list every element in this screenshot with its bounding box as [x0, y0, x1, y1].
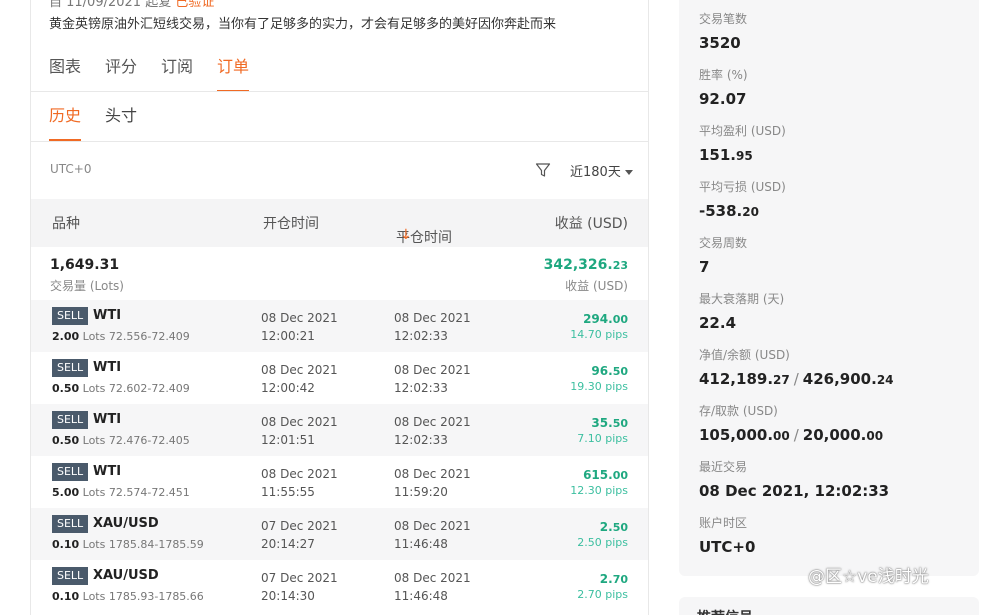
recommend-card: 推荐信号 — [679, 597, 979, 615]
side-badge: SELL — [52, 567, 89, 585]
open-time: 08 Dec 2021 12:01:51 — [261, 415, 338, 447]
stat-equity-balance: 净值/余额 (USD) 412,189.27/426,900.24 — [699, 348, 894, 388]
symbol: WTI — [93, 360, 122, 375]
filter-icon[interactable] — [535, 162, 551, 178]
side-badge: SELL — [52, 515, 89, 533]
side-badge: SELL — [52, 411, 89, 429]
table-row[interactable]: SELL XAU/USD 0.10 Lots 1785.93-1785.66 0… — [31, 560, 648, 612]
open-time: 08 Dec 2021 12:00:42 — [261, 363, 338, 395]
total-profit-label: 收益 (USD) — [565, 279, 628, 293]
close-time: 08 Dec 2021 12:02:33 — [394, 363, 471, 395]
stat-last-trade: 最近交易 08 Dec 2021, 12:02:33 — [699, 460, 890, 500]
pips: 12.30 pips — [570, 484, 628, 497]
table-header: 品种 开仓时间 平仓时间 ↓ 收益 (USD) — [31, 199, 648, 247]
pips: 19.30 pips — [570, 380, 628, 393]
symbol: WTI — [93, 308, 122, 323]
stat-avg-loss: 平均亏损 (USD) -538.20 — [699, 180, 786, 220]
stat-avg-profit: 平均盈利 (USD) 151.95 — [699, 124, 786, 164]
close-time: 08 Dec 2021 12:02:33 — [394, 311, 471, 343]
stat-trades: 交易笔数 3520 — [699, 12, 748, 52]
symbol: XAU/USD — [93, 516, 159, 531]
total-lots: 1,649.31 — [50, 257, 120, 273]
tab-rating[interactable]: 评分 — [105, 55, 137, 91]
recommend-title: 推荐信号 — [697, 607, 753, 615]
tab-positions[interactable]: 头寸 — [105, 104, 137, 141]
signal-start-text: 自 11/09/2021 起复 — [49, 0, 172, 10]
total-profit: 342,326.23 — [543, 257, 628, 273]
profit: 2.70 — [599, 572, 628, 586]
verified-link[interactable]: 已验证 — [175, 0, 214, 10]
close-time: 08 Dec 2021 12:02:33 — [394, 415, 471, 447]
tab-subscribe[interactable]: 订阅 — [161, 55, 193, 91]
lots-info: 0.50 Lots 72.602-72.409 — [52, 382, 190, 395]
period-value: 近180天 — [570, 165, 621, 180]
pips: 14.70 pips — [570, 328, 628, 341]
stat-weeks: 交易周数 7 — [699, 236, 748, 276]
pips: 2.70 pips — [577, 588, 628, 601]
col-open-time: 开仓时间 — [263, 216, 319, 232]
symbol: WTI — [93, 464, 122, 479]
side-badge: SELL — [52, 359, 89, 377]
watermark: @区☆ve浅时光 — [808, 567, 929, 587]
open-time: 08 Dec 2021 11:55:55 — [261, 467, 338, 499]
table-row[interactable]: SELL XAU/USD 0.10 Lots 1785.84-1785.59 0… — [31, 508, 648, 560]
close-time: 08 Dec 2021 11:46:48 — [394, 519, 471, 551]
close-time: 08 Dec 2021 11:46:48 — [394, 571, 471, 603]
side-badge: SELL — [52, 463, 89, 481]
main-tabs: 图表 评分 订阅 订单 — [49, 55, 273, 92]
divider — [31, 91, 648, 92]
signal-description: 黄金英镑原油外汇短线交易，当你有了足够多的实力，才会有足够多的美好因你奔赴而来 — [49, 17, 557, 32]
profit: 96.50 — [591, 364, 628, 378]
summary-row: 1,649.31 交易量 (Lots) 342,326.23 收益 (USD) — [31, 248, 648, 300]
profit: 35.50 — [591, 416, 628, 430]
stat-winrate: 胜率 (%) 92.07 — [699, 68, 748, 108]
stat-timezone: 账户时区 UTC+0 — [699, 516, 756, 556]
total-lots-label: 交易量 (Lots) — [50, 279, 124, 293]
stat-drawdown: 最大衰落期 (天) 22.4 — [699, 292, 785, 332]
tab-orders[interactable]: 订单 — [217, 55, 250, 92]
lots-info: 2.00 Lots 72.556-72.409 — [52, 330, 190, 343]
open-time: 07 Dec 2021 20:14:27 — [261, 519, 338, 551]
side-badge: SELL — [52, 307, 89, 325]
tab-history[interactable]: 历史 — [49, 104, 82, 141]
profit: 615.00 — [583, 468, 628, 482]
table-row[interactable]: SELL WTI 0.50 Lots 72.602-72.409 08 Dec … — [31, 352, 648, 404]
caret-down-icon — [624, 170, 633, 175]
sort-down-icon[interactable]: ↓ — [400, 227, 412, 243]
open-time: 07 Dec 2021 20:14:30 — [261, 571, 338, 603]
tab-chart[interactable]: 图表 — [49, 55, 81, 91]
lots-info: 0.50 Lots 72.476-72.405 — [52, 434, 190, 447]
profit: 2.50 — [599, 520, 628, 534]
profit: 294.00 — [583, 312, 628, 326]
period-select[interactable]: 近180天 — [570, 161, 633, 180]
symbol: XAU/USD — [93, 568, 159, 583]
lots-info: 5.00 Lots 72.574-72.451 — [52, 486, 190, 499]
lots-info: 0.10 Lots 1785.93-1785.66 — [52, 590, 204, 603]
open-time: 08 Dec 2021 12:00:21 — [261, 311, 338, 343]
col-profit: 收益 (USD) — [554, 216, 628, 232]
symbol: WTI — [93, 412, 122, 427]
signal-meta: 自 11/09/2021 起复 已验证 — [49, 0, 214, 10]
table-row[interactable]: SELL WTI 5.00 Lots 72.574-72.451 08 Dec … — [31, 456, 648, 508]
table-row[interactable]: SELL WTI 2.00 Lots 72.556-72.409 08 Dec … — [31, 300, 648, 352]
divider — [31, 141, 648, 142]
close-time: 08 Dec 2021 11:59:20 — [394, 467, 471, 499]
pips: 7.10 pips — [577, 432, 628, 445]
timezone-label: UTC+0 — [50, 162, 92, 176]
col-symbol: 品种 — [52, 216, 80, 232]
sub-tabs: 历史 头寸 — [49, 104, 161, 141]
stat-deposit-withdraw: 存/取款 (USD) 105,000.00/20,000.00 — [699, 404, 884, 444]
table-row[interactable]: SELL WTI 0.50 Lots 72.476-72.405 08 Dec … — [31, 404, 648, 456]
pips: 2.50 pips — [577, 536, 628, 549]
lots-info: 0.10 Lots 1785.84-1785.59 — [52, 538, 204, 551]
orders-list: SELL WTI 2.00 Lots 72.556-72.409 08 Dec … — [31, 300, 648, 612]
